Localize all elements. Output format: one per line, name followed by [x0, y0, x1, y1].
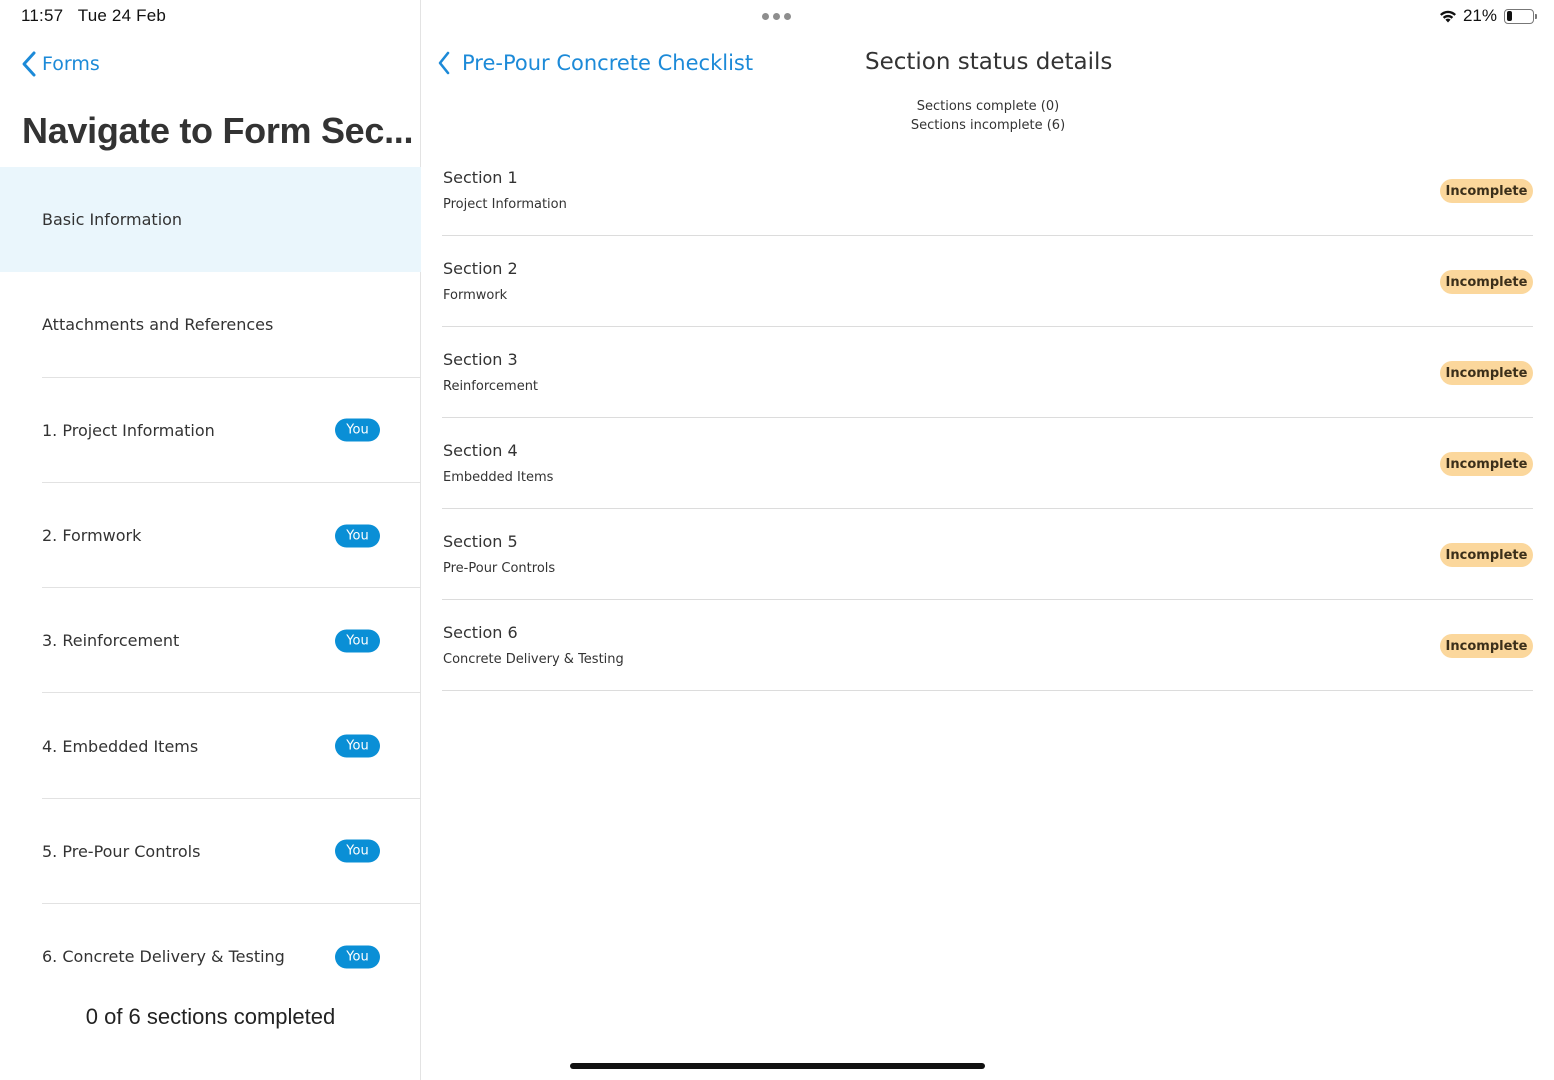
sidebar-item-label: 4. Embedded Items	[42, 736, 199, 756]
progress-text: 0 of 6 sections completed	[85, 1004, 336, 1029]
status-badge: Incomplete	[1440, 634, 1533, 658]
section-title: Section 5	[443, 532, 518, 551]
back-to-forms-button[interactable]: Forms	[20, 50, 100, 78]
assignee-badge: You	[335, 629, 380, 653]
chevron-left-icon	[22, 51, 36, 77]
assignee-badge: You	[335, 945, 380, 969]
section-title: Section 2	[443, 259, 518, 278]
sidebar-title: Navigate to Form Sec...	[22, 110, 414, 151]
sidebar-item[interactable]: 5. Pre-Pour Controls You	[0, 799, 421, 905]
assignee-badge: You	[335, 734, 380, 758]
back-to-checklist-button[interactable]: Pre-Pour Concrete Checklist	[436, 50, 753, 76]
status-badge: Incomplete	[1440, 179, 1533, 203]
assignee-badge: You	[335, 524, 380, 548]
section-title: Section 1	[443, 168, 518, 187]
sections-summary: Sections complete (0) Sections incomplet…	[422, 98, 1554, 135]
sidebar-item[interactable]: 6. Concrete Delivery & Testing You	[0, 904, 421, 1009]
sidebar-item[interactable]: 2. Formwork You	[0, 483, 421, 589]
back-to-forms-label: Forms	[42, 53, 100, 75]
section-status-panel: Pre-Pour Concrete Checklist Section stat…	[422, 0, 1554, 1080]
sidebar-item-label: 6. Concrete Delivery & Testing	[42, 947, 285, 967]
status-badge: Incomplete	[1440, 452, 1533, 476]
section-row[interactable]: Section 3 Reinforcement Incomplete	[442, 327, 1533, 418]
sidebar-item-label: Basic Information	[42, 210, 183, 230]
section-title: Section 6	[443, 623, 518, 642]
home-indicator[interactable]	[570, 1063, 985, 1069]
sidebar-item[interactable]: 3. Reinforcement You	[0, 588, 421, 694]
back-to-checklist-label: Pre-Pour Concrete Checklist	[462, 51, 754, 75]
section-row[interactable]: Section 5 Pre-Pour Controls Incomplete	[442, 509, 1533, 600]
section-subtitle: Embedded Items	[443, 470, 554, 485]
sidebar-item-label: 2. Formwork	[42, 526, 142, 546]
sidebar-item-label: 1. Project Information	[42, 420, 215, 440]
section-nav-list: Basic Information Attachments and Referen…	[0, 167, 421, 1009]
section-subtitle: Project Information	[443, 197, 567, 212]
sidebar-item-label: Attachments and References	[42, 315, 274, 335]
section-title: Section 4	[443, 441, 518, 460]
section-subtitle: Pre-Pour Controls	[443, 561, 556, 576]
section-row[interactable]: Section 2 Formwork Incomplete	[442, 236, 1533, 327]
section-subtitle: Formwork	[443, 288, 508, 303]
summary-incomplete: Sections incomplete (6)	[910, 117, 1066, 133]
sidebar-item[interactable]: 1. Project Information You	[0, 378, 421, 483]
sidebar-item[interactable]: 4. Embedded Items You	[0, 693, 421, 799]
section-title: Section 3	[443, 350, 518, 369]
status-badge: Incomplete	[1440, 270, 1533, 294]
section-row[interactable]: Section 1 Project Information Incomplete	[442, 145, 1533, 236]
section-subtitle: Concrete Delivery & Testing	[443, 652, 624, 667]
chevron-left-icon	[438, 51, 450, 75]
page-title: Section status details	[865, 49, 1113, 75]
section-row[interactable]: Section 4 Embedded Items Incomplete	[442, 418, 1533, 509]
section-status-list: Section 1 Project Information Incomplete Se…	[442, 145, 1533, 691]
status-badge: Incomplete	[1440, 361, 1533, 385]
assignee-badge: You	[335, 839, 380, 863]
assignee-badge: You	[335, 418, 380, 442]
section-row[interactable]: Section 6 Concrete Delivery & Testing Inco…	[442, 600, 1533, 691]
summary-complete: Sections complete (0)	[916, 99, 1060, 114]
section-subtitle: Reinforcement	[443, 379, 539, 394]
sections-sidebar: Forms Navigate to Form Sec... Basic Info…	[0, 0, 421, 1080]
status-badge: Incomplete	[1440, 543, 1533, 567]
sidebar-item-label: 5. Pre-Pour Controls	[42, 841, 201, 861]
sidebar-item[interactable]: Basic Information	[0, 167, 421, 273]
sidebar-item[interactable]: Attachments and References	[0, 272, 421, 378]
sidebar-item-label: 3. Reinforcement	[42, 631, 180, 651]
